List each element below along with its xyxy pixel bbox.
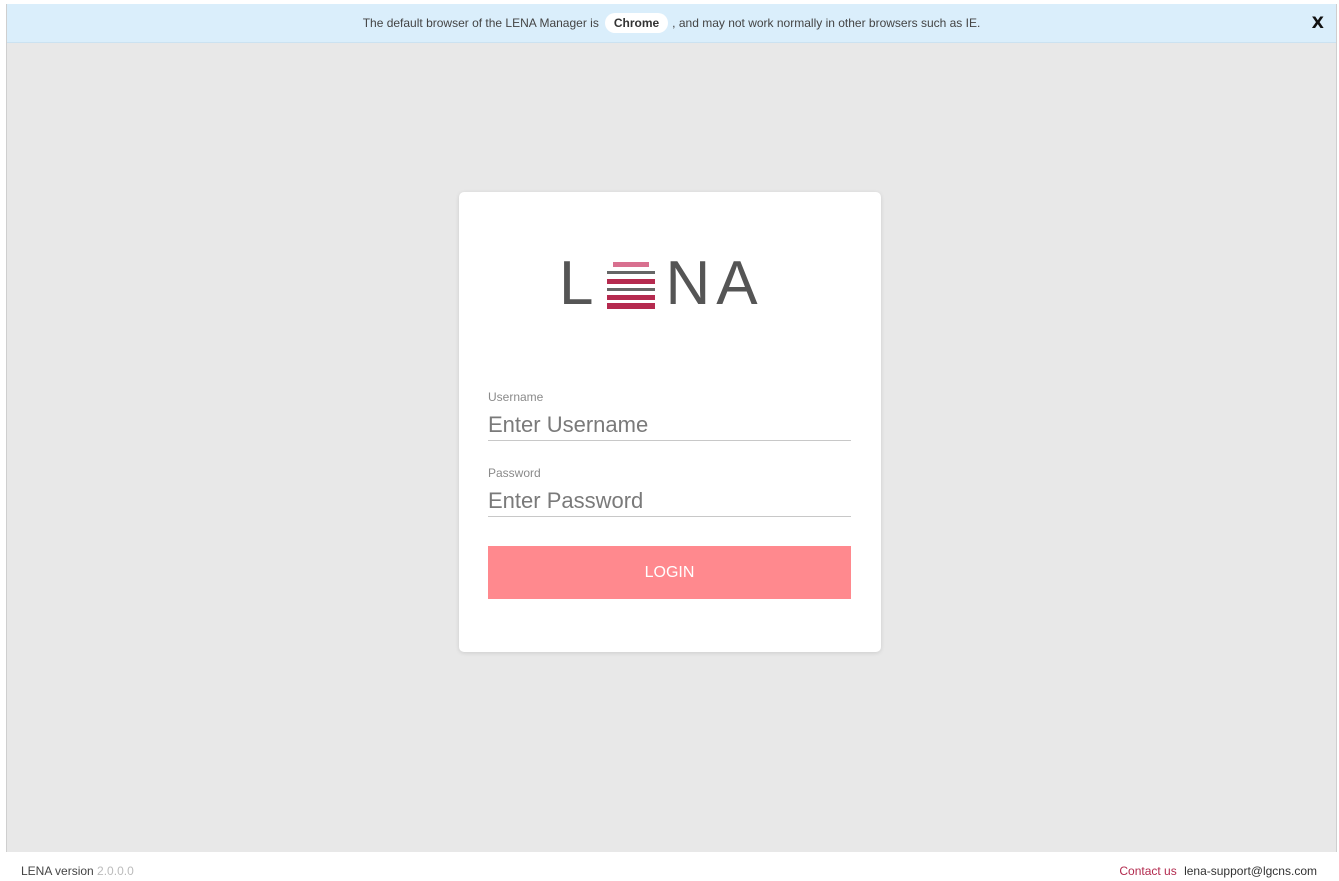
username-input[interactable] [488,410,851,441]
logo-stripes-icon [607,262,656,310]
notice-text-after: , and may not work normally in other bro… [672,16,981,30]
footer: LENA version 2.0.0.0 Contact us lena-sup… [0,852,1339,881]
login-card: L NA Username Password LOGIN [459,192,881,652]
contact-info: Contact us lena-support@lgcns.com [1119,864,1317,878]
password-input[interactable] [488,486,851,517]
logo-letters-na: NA [665,248,764,318]
notice-text-before: The default browser of the LENA Manager … [362,16,599,30]
version-number: 2.0.0.0 [97,864,134,878]
browser-notice-banner: The default browser of the LENA Manager … [7,4,1336,43]
logo-letter-l: L [559,248,596,318]
lena-logo: L NA [559,248,764,318]
version-label: LENA version [21,864,94,878]
page-frame: The default browser of the LENA Manager … [6,4,1337,852]
login-button[interactable]: LOGIN [488,546,851,599]
browser-name-badge: Chrome [604,13,669,33]
close-notice-button[interactable]: X [1312,14,1324,32]
password-label: Password [488,466,541,480]
version-info: LENA version 2.0.0.0 [21,864,134,878]
contact-email-link[interactable]: lena-support@lgcns.com [1184,864,1317,878]
username-label: Username [488,390,544,404]
contact-label: Contact us [1119,864,1177,878]
